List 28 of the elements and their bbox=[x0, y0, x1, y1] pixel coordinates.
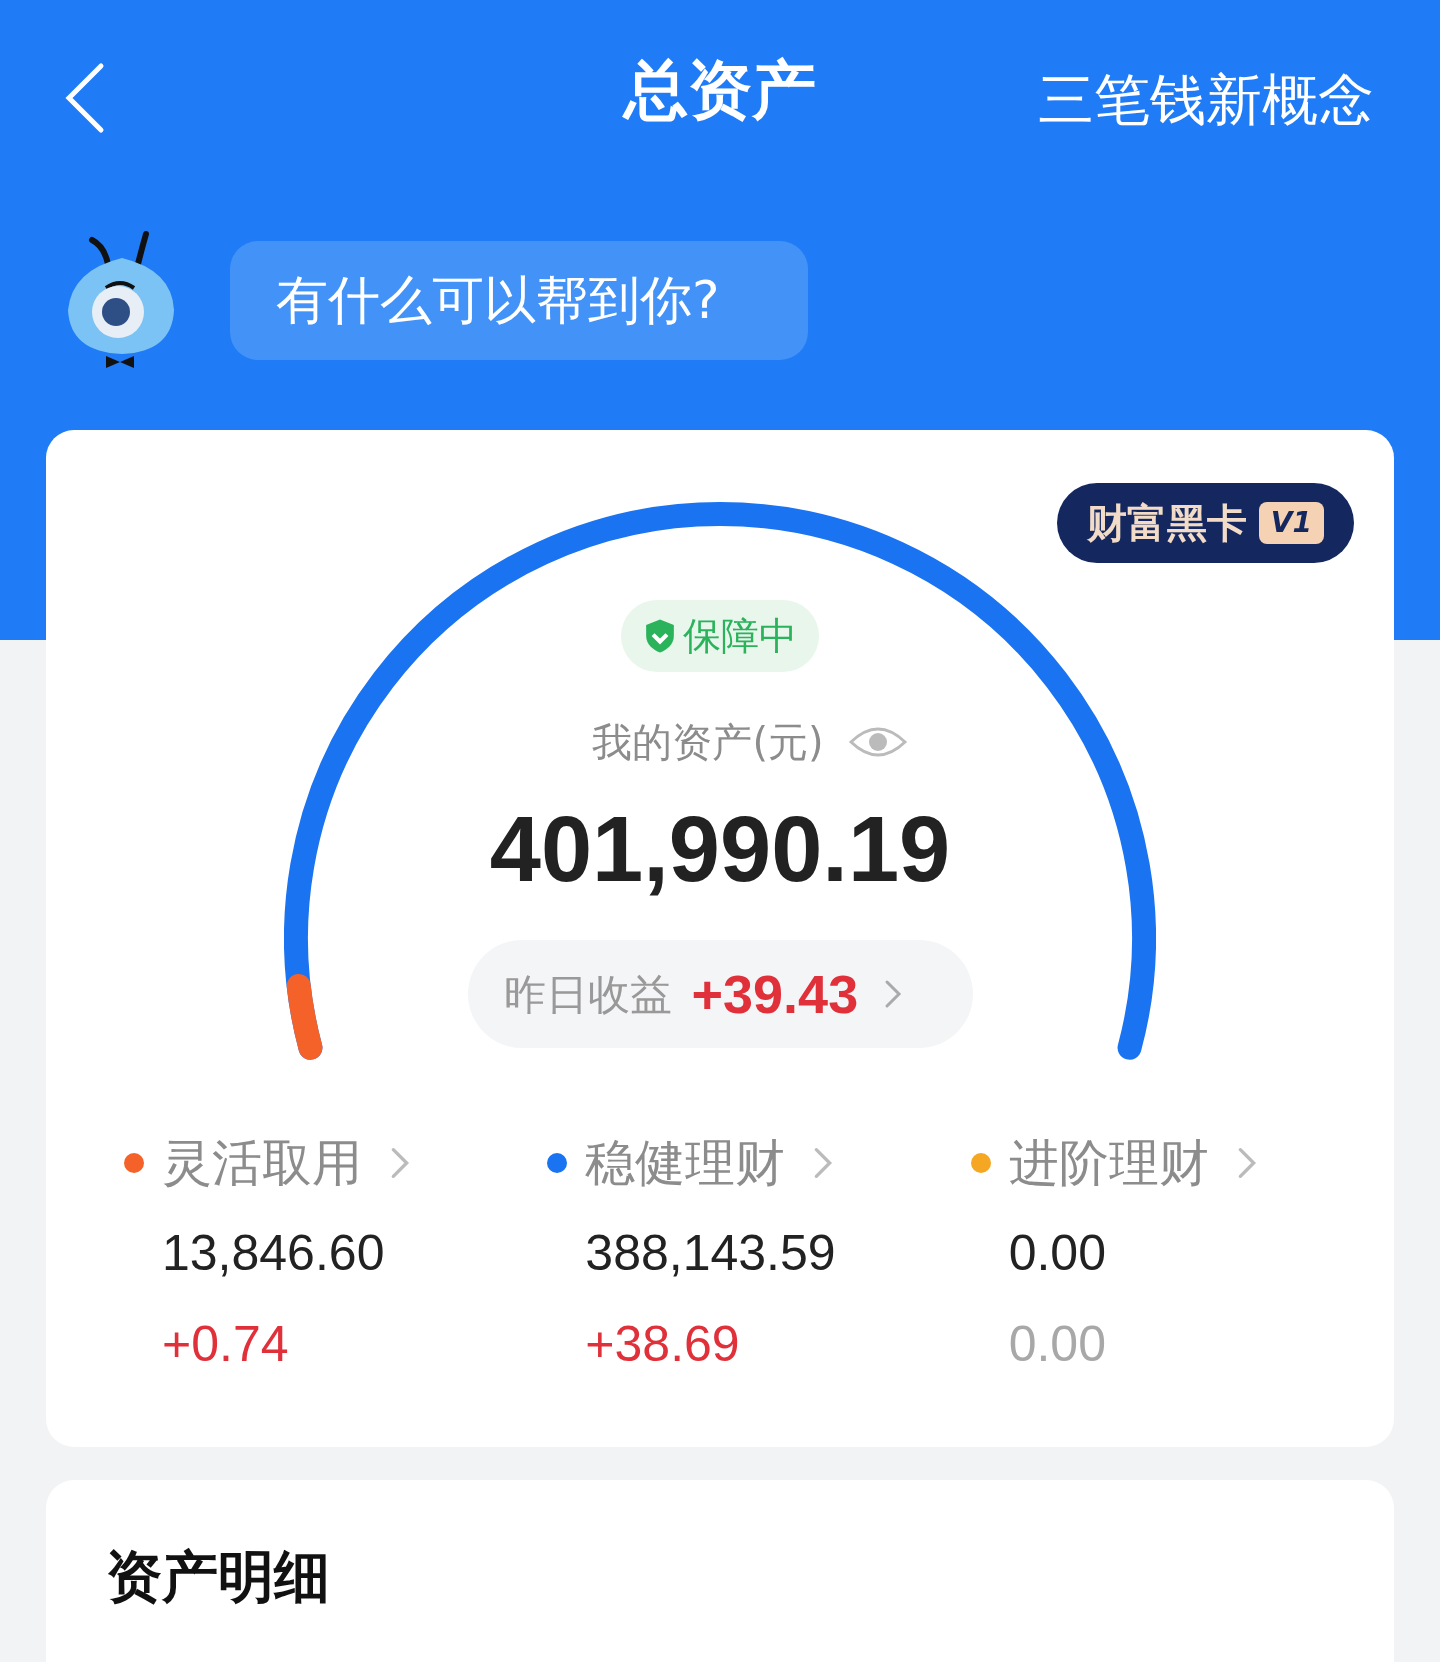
back-icon[interactable] bbox=[65, 62, 105, 134]
chevron-right-icon bbox=[884, 979, 903, 1009]
status-text: 保障中 bbox=[683, 612, 797, 660]
chevron-right-icon bbox=[813, 1146, 834, 1180]
assistant-prompt[interactable]: 有什么可以帮到你? bbox=[230, 240, 808, 360]
concept-link[interactable]: 三笔钱新概念 bbox=[1038, 58, 1374, 142]
chevron-right-icon bbox=[390, 1146, 410, 1180]
category-name[interactable]: 稳健理财 bbox=[585, 1125, 786, 1201]
section-title: 资产明细 bbox=[106, 1544, 330, 1609]
asset-label: 我的资产(元) bbox=[592, 718, 824, 767]
page-title: 总资产 bbox=[624, 52, 816, 129]
chevron-right-icon bbox=[1236, 1146, 1257, 1180]
category-amount: 13,846.60 bbox=[162, 1224, 386, 1283]
earnings-label: 昨日收益 bbox=[503, 968, 672, 1021]
level-tag: V1 bbox=[1258, 502, 1324, 544]
category-change: 0.00 bbox=[1008, 1315, 1107, 1374]
category-amount: 388,143.59 bbox=[585, 1224, 837, 1283]
total-assets: 401,990.19 bbox=[489, 797, 951, 902]
wealth-card-badge[interactable]: 财富黑卡 V1 bbox=[1056, 483, 1354, 563]
category-amount: 0.00 bbox=[1008, 1224, 1107, 1283]
yesterday-earnings[interactable]: 昨日收益 +39.43 bbox=[467, 940, 973, 1048]
earnings-value: +39.43 bbox=[691, 962, 859, 1026]
shield-check-icon bbox=[643, 618, 677, 654]
category-name[interactable]: 进阶理财 bbox=[1008, 1125, 1209, 1201]
category-change: +0.74 bbox=[162, 1315, 290, 1374]
badge-label: 财富黑卡 bbox=[1086, 499, 1247, 548]
category-name[interactable]: 灵活取用 bbox=[162, 1125, 362, 1201]
category-change: +38.69 bbox=[585, 1315, 741, 1374]
